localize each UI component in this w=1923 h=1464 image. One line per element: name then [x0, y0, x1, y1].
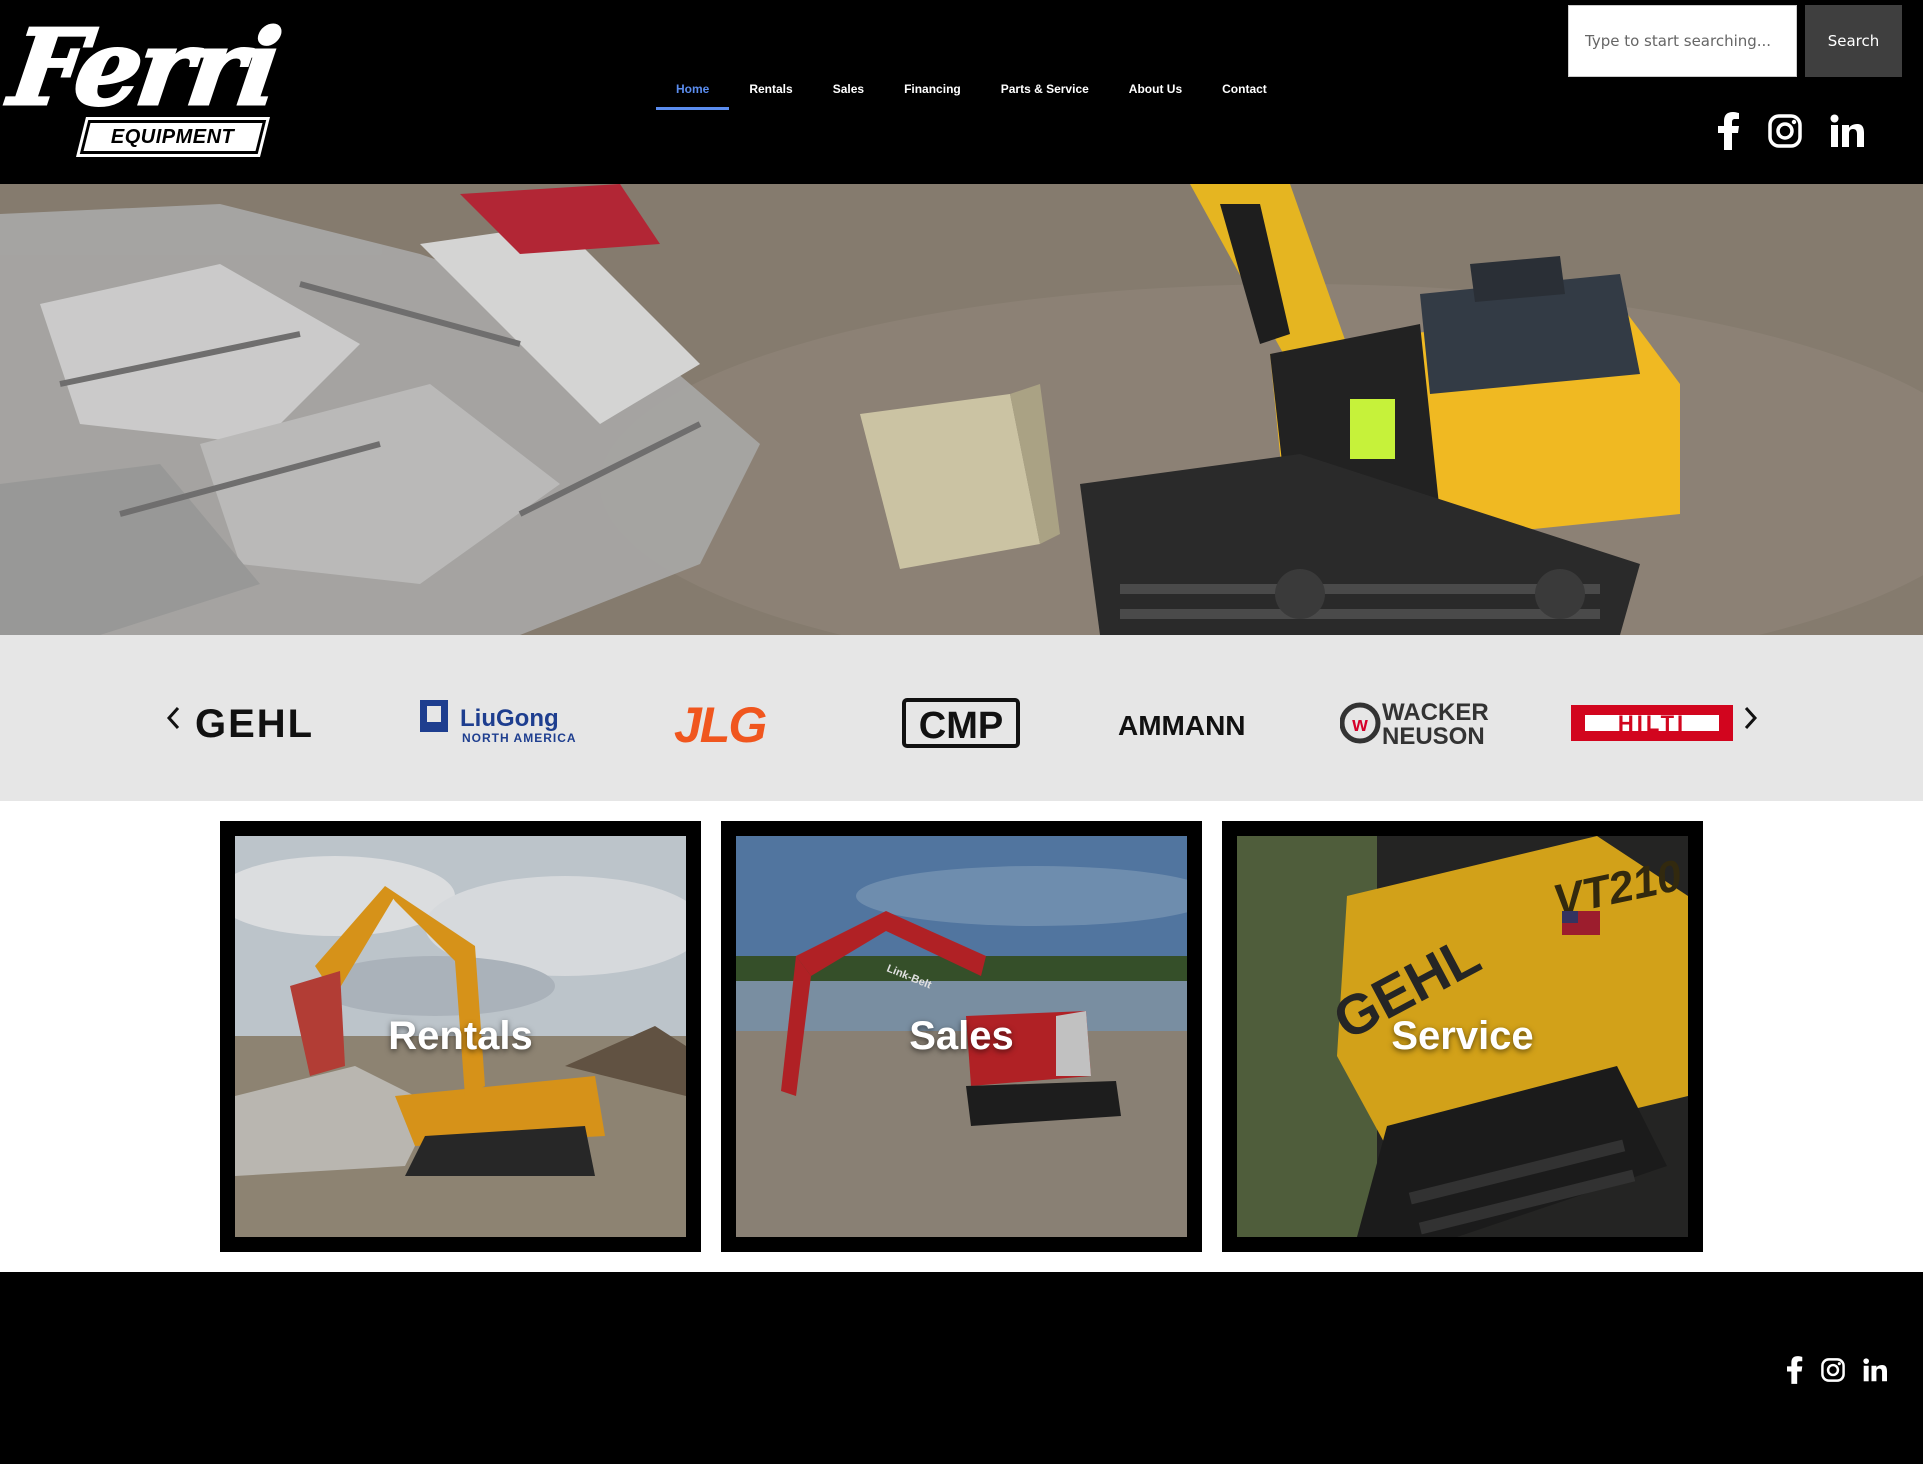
wacker-logo-text: WACKER	[1382, 699, 1489, 726]
logo-plate-text: EQUIPMENT	[111, 125, 235, 148]
hero-banner	[0, 184, 1923, 635]
search-button[interactable]: Search	[1805, 5, 1902, 77]
facebook-icon[interactable]	[1718, 112, 1740, 155]
hilti-logo-text: HILTI	[1618, 711, 1686, 736]
hours-label: Hours:	[32, 1330, 97, 1352]
svg-text:w: w	[1351, 714, 1368, 736]
card-rentals[interactable]: Rentals	[220, 821, 701, 1252]
gehl-logo-text: GEHL	[195, 703, 314, 743]
brand-logo-hilti[interactable]: HILTI	[1571, 693, 1733, 753]
instagram-icon[interactable]	[1821, 1358, 1845, 1387]
logo-plate: EQUIPMENT	[76, 117, 270, 157]
chevron-left-icon[interactable]	[162, 703, 186, 733]
linkedin-icon[interactable]	[1863, 1358, 1887, 1387]
card-sales-image: Link-Belt Sales	[736, 836, 1187, 1237]
card-service-label: Service	[1391, 1014, 1534, 1058]
linkedin-icon[interactable]	[1830, 114, 1864, 153]
phone-label: Phone:	[782, 1334, 850, 1356]
liugong-logo-text: LiuGong	[460, 705, 559, 732]
nav-home[interactable]: Home	[656, 72, 730, 110]
card-service-image: VT210 GEHL Service	[1237, 836, 1688, 1237]
facebook-icon[interactable]	[1787, 1356, 1803, 1389]
hours-value: Monday – Friday: 7am – 5pm	[32, 1359, 306, 1381]
ferri-equipment-logo[interactable]: Ferri EQUIPMENT	[2, 5, 286, 157]
brand-carousel: GEHL LiuGong NORTH AMERICA JLG CMP AMMAN…	[0, 635, 1923, 801]
phone-value[interactable]: 508.295.7700	[782, 1361, 904, 1384]
footer-social-links	[1787, 1356, 1887, 1389]
nav-rentals[interactable]: Rentals	[729, 72, 812, 110]
hero-excavator-scrap-image	[0, 184, 1923, 635]
nav-financing[interactable]: Financing	[884, 72, 981, 110]
nav-contact[interactable]: Contact	[1202, 72, 1287, 110]
brand-logo-gehl[interactable]: GEHL	[195, 693, 345, 753]
card-rentals-image: Rentals	[235, 836, 686, 1237]
brand-logo-ammann[interactable]: AMMANN	[1118, 693, 1268, 753]
nav-parts-service[interactable]: Parts & Service	[981, 72, 1109, 110]
card-sales[interactable]: Link-Belt Sales	[721, 821, 1202, 1252]
header-social-links	[1718, 112, 1864, 155]
liugong-subtitle-text: NORTH AMERICA	[462, 731, 577, 745]
site-header: Ferri EQUIPMENT Home Rentals Sales Finan…	[0, 0, 1923, 184]
ammann-logo-text: AMMANN	[1118, 710, 1246, 741]
logo-script-text: Ferri	[2, 5, 286, 131]
brand-logo-cmp[interactable]: CMP	[901, 693, 1021, 753]
nav-sales[interactable]: Sales	[813, 72, 884, 110]
address-line2: Wareham, MA 02571	[1248, 1381, 1412, 1400]
search-input[interactable]	[1568, 5, 1797, 77]
jlg-logo-text: JLG	[674, 698, 766, 748]
chevron-right-icon[interactable]	[1738, 703, 1762, 733]
cmp-logo-text: CMP	[919, 705, 1003, 747]
address-label: Address:	[1248, 1330, 1335, 1352]
main-nav: Home Rentals Sales Financing Parts & Ser…	[656, 72, 1287, 112]
nav-about-us[interactable]: About Us	[1109, 72, 1202, 110]
neuson-logo-text: NEUSON	[1382, 723, 1485, 748]
brand-logo-liugong[interactable]: LiuGong NORTH AMERICA	[420, 693, 585, 753]
card-service[interactable]: VT210 GEHL Service	[1222, 821, 1703, 1252]
brand-logo-jlg[interactable]: JLG	[670, 693, 795, 753]
address-line1: 2516 Cranberry Hwy	[1248, 1364, 1412, 1383]
brand-logo-wacker-neuson[interactable]: w WACKER NEUSON	[1340, 693, 1505, 753]
card-sales-label: Sales	[909, 1014, 1014, 1058]
card-rentals-label: Rentals	[388, 1014, 533, 1058]
instagram-icon[interactable]	[1768, 114, 1802, 153]
